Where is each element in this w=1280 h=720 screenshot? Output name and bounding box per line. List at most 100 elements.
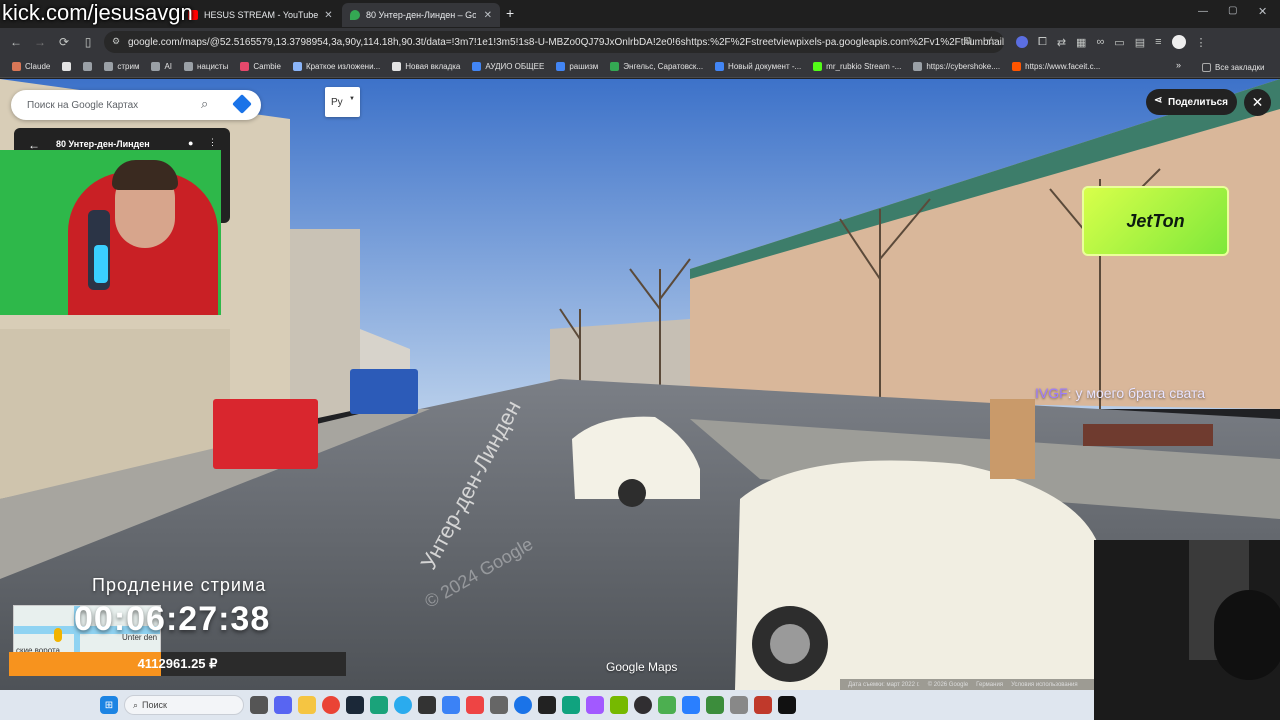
bookmark-icon <box>151 62 161 71</box>
bookmark-item[interactable] <box>56 57 77 77</box>
bookmark-item[interactable]: АУДИО ОБЩЕЕ <box>466 57 550 77</box>
media-icon[interactable]: ≡ <box>1155 36 1161 48</box>
nvidia-icon[interactable] <box>610 696 628 714</box>
taskbar-search-label: Поиск <box>142 700 167 710</box>
bookmark-item[interactable]: Claude <box>6 57 56 77</box>
bookmark-icon <box>392 62 402 71</box>
puzzle-icon[interactable]: ⧠ <box>1038 36 1047 49</box>
chevron-right-icon[interactable]: » <box>1176 60 1181 70</box>
bookmark-label: Новый документ -... <box>728 62 802 71</box>
app-icon[interactable] <box>466 696 484 714</box>
stream-handle: kick.com/jesusavgn <box>2 0 193 25</box>
bookmark-item[interactable]: стрим <box>98 57 145 77</box>
bookmark-label: Claude <box>25 62 51 71</box>
terms-link[interactable]: Условия использования <box>1011 682 1078 688</box>
terminal-icon[interactable] <box>418 696 436 714</box>
obs-icon[interactable] <box>634 696 652 714</box>
all-bookmarks-button[interactable]: Все закладки <box>1196 57 1270 77</box>
app-icon[interactable] <box>778 696 796 714</box>
country-link[interactable]: Германия <box>976 682 1003 688</box>
app-icon[interactable] <box>658 696 676 714</box>
extension-icon[interactable] <box>1016 36 1028 48</box>
edge-icon[interactable] <box>370 696 388 714</box>
bookmark-item[interactable]: Новая вкладка <box>386 57 466 77</box>
steam-icon[interactable] <box>346 696 364 714</box>
taskbar-search[interactable]: ⌕ Поиск <box>124 695 244 715</box>
bookmark-item[interactable]: mr_rubkio Stream -... <box>807 57 907 77</box>
discord-icon[interactable] <box>274 696 292 714</box>
bookmark-item[interactable]: Новый документ -... <box>709 57 807 77</box>
grid-icon[interactable]: ▦ <box>1076 36 1086 49</box>
bookmark-item[interactable]: Краткое изложени... <box>287 57 386 77</box>
address-bar[interactable]: ⚙ google.com/maps/@52.5165579,13.3798954… <box>104 31 1004 53</box>
close-tab-icon[interactable]: ✕ <box>484 10 492 21</box>
app-icon[interactable] <box>538 696 556 714</box>
bookmark-icon <box>292 62 302 71</box>
bookmark-item[interactable]: Энгельс, Саратовск... <box>604 57 709 77</box>
bookmark-item[interactable]: AI <box>145 57 178 77</box>
bookmark-item[interactable]: Cambie <box>234 57 287 77</box>
tab-youtube[interactable]: HESUS STREAM - YouTube ✕ <box>180 3 340 27</box>
close-tab-icon[interactable]: ✕ <box>324 10 332 21</box>
chat-message: IVGF: у моего брата свата <box>1035 385 1206 401</box>
app-icon[interactable] <box>754 696 772 714</box>
windows-start-icon[interactable]: ⊞ <box>100 696 118 714</box>
reading-list-icon[interactable]: ▤ <box>1135 36 1145 49</box>
reload-icon[interactable]: ⟳ <box>52 30 76 54</box>
language-select[interactable]: Рy ▼ <box>325 87 360 117</box>
app-icon[interactable] <box>442 696 460 714</box>
site-info-icon[interactable]: ⚙ <box>112 36 120 47</box>
more-icon[interactable]: ⋮ <box>208 137 217 148</box>
camera-icon[interactable]: ● <box>188 138 193 148</box>
bookmark-icon <box>104 62 114 71</box>
app-icon[interactable] <box>514 696 532 714</box>
room-webcam <box>1094 540 1280 720</box>
share-icon: ⋖ <box>1154 95 1163 106</box>
app-icon[interactable] <box>586 696 604 714</box>
directions-icon[interactable] <box>232 94 252 114</box>
search-input[interactable]: Поиск на Google Картах ⌕ <box>11 90 261 120</box>
translate-icon[interactable]: ⇄ <box>1057 36 1066 49</box>
red-trailer <box>213 399 318 469</box>
app-icon[interactable] <box>730 696 748 714</box>
install-app-icon[interactable]: ⧉ <box>964 35 972 48</box>
menu-dots-icon[interactable]: ⋮ <box>1196 36 1207 49</box>
folder-icon[interactable] <box>298 696 316 714</box>
link-icon[interactable]: ∞ <box>1096 36 1104 48</box>
app-icon[interactable] <box>706 696 724 714</box>
stream-extension-label: Продление стрима <box>92 575 267 595</box>
bookmark-item[interactable]: https://cybershoke.... <box>907 57 1006 77</box>
chrome-icon[interactable] <box>322 696 340 714</box>
task-view-icon[interactable] <box>250 696 268 714</box>
donation-amount: 4112961.25 ₽ <box>137 656 218 671</box>
bookmark-item[interactable]: https://www.faceit.c... <box>1006 57 1106 77</box>
avatar[interactable] <box>1171 35 1186 49</box>
bookmark-label: https://www.faceit.c... <box>1025 62 1101 71</box>
share-button[interactable]: ⋖ Поделиться <box>1146 89 1237 115</box>
bookmark-star-icon[interactable]: ☆ <box>986 34 997 48</box>
bookmark-icon <box>813 62 823 71</box>
wheel-rim <box>770 624 810 664</box>
search-icon[interactable]: ⌕ <box>201 96 208 112</box>
telegram-icon[interactable] <box>394 696 412 714</box>
bookmark-item[interactable]: нацисты <box>178 57 234 77</box>
bookmark-label: нацисты <box>197 62 229 71</box>
close-street-view-button[interactable]: ✕ <box>1244 89 1271 116</box>
search-icon: ⌕ <box>133 699 139 710</box>
tab-google-maps[interactable]: 80 Унтер-ден-Линден – Googl ✕ <box>342 3 500 27</box>
chatgpt-icon[interactable] <box>562 696 580 714</box>
close-window-icon[interactable]: ✕ <box>1258 5 1267 18</box>
bookmark-item[interactable]: рашизм <box>550 57 604 77</box>
side-panel-icon[interactable]: ▯ <box>76 30 100 54</box>
new-tab-button[interactable]: + <box>506 5 514 21</box>
cast-icon[interactable]: ▭ <box>1114 36 1124 49</box>
maximize-icon[interactable]: ▢ <box>1228 5 1237 16</box>
minimize-icon[interactable]: — <box>1198 6 1208 17</box>
bookmark-label: https://cybershoke.... <box>926 62 1001 71</box>
forward-icon[interactable]: → <box>28 30 52 54</box>
app-icon[interactable] <box>682 696 700 714</box>
bookmark-item[interactable] <box>77 57 98 77</box>
tab-label: 80 Унтер-ден-Линден – Googl <box>366 10 476 20</box>
back-icon[interactable]: ← <box>4 30 28 54</box>
app-icon[interactable] <box>490 696 508 714</box>
